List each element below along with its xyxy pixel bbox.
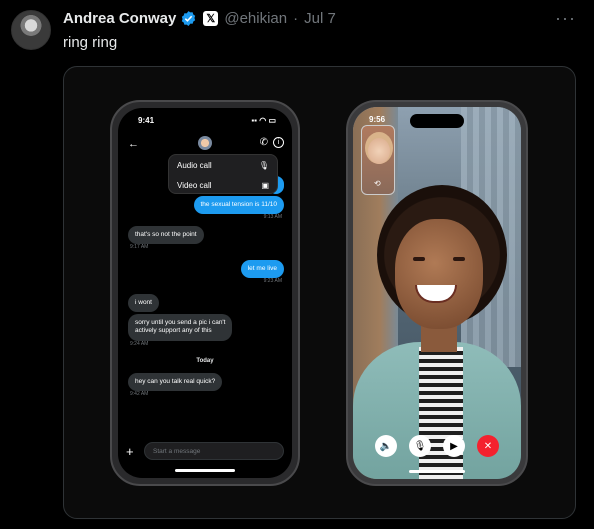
caller-eye [413, 257, 425, 261]
date-divider: Today [196, 358, 214, 364]
menu-label: Audio call [177, 160, 212, 170]
status-icons: ▪▪ ◠ ▭ [251, 116, 276, 125]
verified-badge-icon [182, 11, 196, 26]
message-timestamp: 9:17 AM [130, 244, 149, 250]
dynamic-island [410, 114, 464, 128]
caller-face [395, 219, 483, 329]
phone-icon[interactable]: ✆ [260, 137, 268, 148]
message-input[interactable]: Start a message [144, 442, 284, 460]
message-bubble-in[interactable]: i wont [128, 294, 159, 313]
chat-screen: 9:41 ▪▪ ◠ ▭ ← ✆ i Audio call 🎙 Video cal… [118, 108, 292, 478]
message-timestamp: 9:13 AM [263, 214, 282, 220]
camera-icon[interactable]: ▶ [443, 435, 465, 457]
caller-eye [453, 257, 465, 261]
author-avatar[interactable] [11, 10, 51, 50]
self-view-pip[interactable]: ⟲ [361, 125, 395, 195]
tweet-date[interactable]: Jul 7 [304, 10, 336, 27]
x-affiliation-icon: 𝕏 [203, 11, 219, 26]
status-time: 9:41 [138, 116, 155, 125]
tweet-header: Andrea Conway 𝕏 @ehikian · Jul 7 [63, 10, 336, 27]
menu-item-audio-call[interactable]: Audio call 🎙 [169, 155, 277, 175]
self-view-face [368, 138, 390, 164]
caller-shirt [419, 347, 463, 479]
author-name[interactable]: Andrea Conway [63, 10, 176, 27]
add-attachment-icon[interactable]: + [126, 444, 138, 459]
contact-avatar[interactable] [198, 136, 212, 150]
status-bar: 9:41 ▪▪ ◠ ▭ [138, 116, 276, 125]
phone-chat: 9:41 ▪▪ ◠ ▭ ← ✆ i Audio call 🎙 Video cal… [110, 100, 300, 486]
microphone-icon[interactable]: 🎙 [409, 435, 431, 457]
flip-camera-icon[interactable]: ⟲ [374, 179, 381, 188]
menu-label: Video call [177, 180, 212, 190]
message-timestamp: 9:42 AM [130, 391, 149, 397]
message-composer: + Start a message [126, 442, 284, 460]
message-timestamp: 9:24 AM [130, 341, 149, 347]
back-arrow-icon[interactable]: ← [128, 138, 139, 150]
message-bubble-in[interactable]: that's so not the point [128, 226, 204, 245]
message-bubble-out[interactable]: let me live [240, 260, 284, 279]
speaker-icon[interactable]: 🔈 [375, 435, 397, 457]
home-indicator [409, 470, 465, 473]
menu-item-video-call[interactable]: Video call ▣ [169, 175, 277, 195]
tweet-text: ring ring [63, 34, 118, 51]
more-options-icon[interactable]: ··· [555, 8, 576, 29]
tweet-media[interactable]: 9:41 ▪▪ ◠ ▭ ← ✆ i Audio call 🎙 Video cal… [63, 66, 576, 519]
message-bubble-in[interactable]: hey can you talk real quick? [128, 373, 223, 392]
microphone-icon: 🎙 [258, 160, 269, 170]
author-handle[interactable]: @ehikian [224, 10, 287, 27]
call-menu: Audio call 🎙 Video call ▣ [168, 154, 278, 194]
video-call-screen: 9:56 ⟲ 🔈 🎙 ▶ ✕ [353, 107, 521, 479]
chat-header: ← ✆ i [118, 136, 292, 156]
message-bubble-out[interactable]: the sexual tension is 11/10 [193, 196, 284, 215]
call-controls: 🔈 🎙 ▶ ✕ [353, 435, 521, 457]
status-time: 9:56 [369, 115, 386, 124]
end-call-icon[interactable]: ✕ [477, 435, 499, 457]
home-indicator [175, 469, 235, 472]
info-icon[interactable]: i [273, 137, 284, 148]
video-icon: ▣ [261, 180, 269, 190]
phone-video-call: 9:56 ⟲ 🔈 🎙 ▶ ✕ [346, 100, 528, 486]
date-separator: · [293, 10, 299, 27]
message-bubble-in[interactable]: sorry until you send a pic i can't activ… [128, 314, 233, 341]
message-timestamp: 9:23 AM [263, 278, 282, 284]
